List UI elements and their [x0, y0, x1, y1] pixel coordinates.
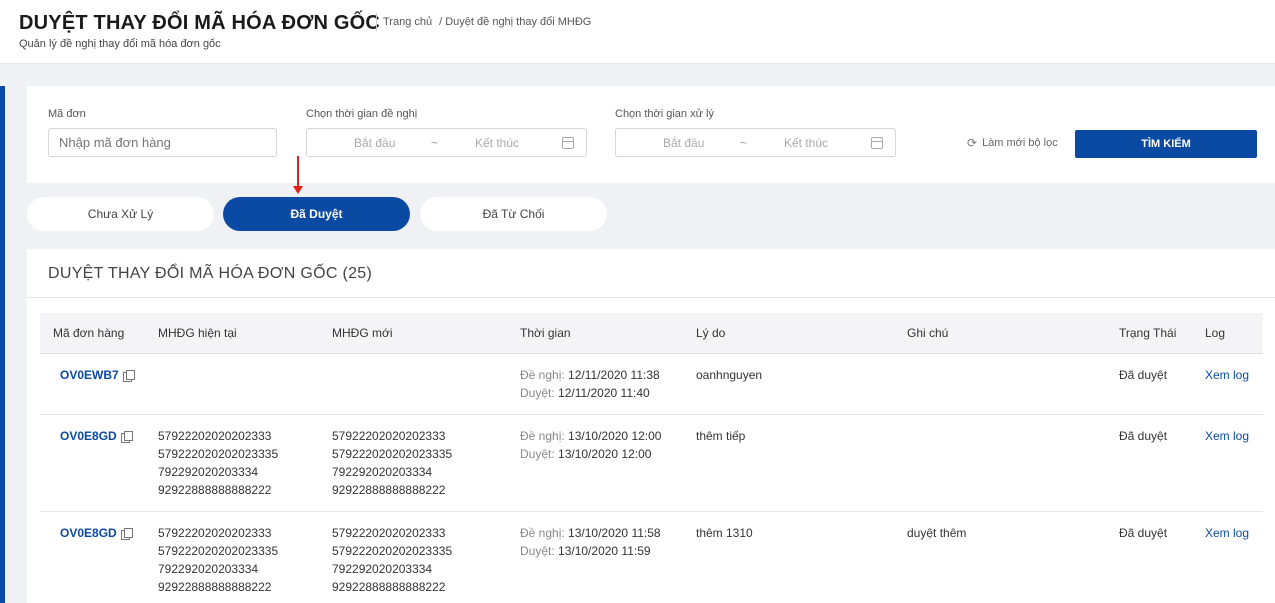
reason-cell: thêm tiếp	[696, 429, 746, 443]
column-header: Log	[1205, 326, 1226, 340]
requested-time: 13/10/2020 11:58	[568, 526, 661, 540]
column-header: MHĐG mới	[332, 326, 393, 340]
mhdg-line: 92922888888888222	[158, 483, 272, 497]
current-mhdg-cell: 57922202020202333 579222020202023335 792…	[158, 427, 278, 499]
status-cell: Đã duyệt	[1119, 429, 1168, 443]
mhdg-line: 579222020202023335	[158, 544, 279, 558]
mhdg-line: 92922888888888222	[158, 580, 272, 594]
breadcrumb: Trang chủ / Duyệt đề nghị thay đổi MHĐG	[376, 13, 591, 31]
new-mhdg-cell: 57922202020202333 579222020202023335 792…	[332, 524, 452, 596]
table-header: Mã đơn hàng MHĐG hiện tại MHĐG mới Thời …	[40, 313, 1263, 354]
column-header: Mã đơn hàng	[53, 326, 125, 340]
mhdg-line: 792292020203334	[332, 465, 433, 479]
time-cell: Đề nghị: 13/10/2020 11:58 Duyệt: 13/10/2…	[520, 524, 661, 560]
column-header: Thời gian	[520, 326, 571, 340]
mhdg-line: 92922888888888222	[332, 580, 446, 594]
copy-icon[interactable]	[122, 369, 135, 382]
filter-panel: Mã đơn Chọn thời gian đề nghị Bắt đầu ~ …	[27, 86, 1275, 183]
copy-icon[interactable]	[120, 430, 133, 443]
requested-label: Đề nghị:	[520, 526, 565, 540]
page-subtitle: Quản lý đề nghị thay đổi mã hóa đơn gốc	[19, 38, 221, 50]
order-code-link[interactable]: OV0E8GD	[60, 524, 117, 542]
process-time-range-picker[interactable]: Bắt đầu ~ Kết thúc	[615, 128, 896, 157]
order-code-cell: OV0E8GD	[60, 427, 133, 445]
mhdg-line: 57922202020202333	[158, 429, 272, 443]
tab-pending[interactable]: Chưa Xử Lý	[27, 197, 214, 231]
page-header: DUYỆT THAY ĐỔI MÃ HÓA ĐƠN GỐC Quản lý đề…	[0, 0, 1275, 64]
mhdg-line: 792292020203334	[158, 465, 259, 479]
order-code-cell: OV0EWB7	[60, 366, 135, 384]
range-separator: ~	[740, 136, 748, 150]
table-row: OV0E8GD 57922202020202333 57922202020202…	[40, 512, 1263, 603]
reason-cell: oanhnguyen	[696, 368, 763, 382]
table-row: OV0EWB7 Đề nghị: 12/11/2020 11:38 Duyệt:…	[40, 354, 1263, 415]
current-mhdg-cell: 57922202020202333 579222020202023335 792…	[158, 524, 278, 596]
left-accent-bar	[0, 86, 5, 603]
table-title: DUYỆT THAY ĐỔI MÃ HÓA ĐƠN GỐC (25)	[48, 265, 373, 282]
table-row: OV0E8GD 57922202020202333 57922202020202…	[40, 415, 1263, 512]
process-start-date[interactable]: Bắt đầu	[663, 136, 704, 150]
requested-label: Đề nghị:	[520, 368, 565, 382]
mhdg-line: 792292020203334	[158, 562, 259, 576]
requested-time: 13/10/2020 12:00	[568, 429, 662, 443]
mhdg-line: 57922202020202333	[158, 526, 272, 540]
approved-time: 13/10/2020 12:00	[558, 447, 652, 461]
range-separator: ~	[431, 136, 439, 150]
search-button[interactable]: TÌM KIẾM	[1075, 130, 1257, 158]
approved-label: Duyệt:	[520, 386, 555, 400]
approved-label: Duyệt:	[520, 447, 555, 461]
time-cell: Đề nghị: 12/11/2020 11:38 Duyệt: 12/11/2…	[520, 366, 660, 402]
requested-time: 12/11/2020 11:38	[568, 368, 660, 382]
approved-time: 12/11/2020 11:40	[558, 386, 650, 400]
request-time-label: Chọn thời gian đề nghị	[306, 108, 418, 120]
column-header: Trạng Thái	[1119, 326, 1177, 340]
calendar-icon	[871, 137, 883, 149]
view-log-link[interactable]: Xem log	[1205, 366, 1249, 384]
divider	[27, 297, 1275, 298]
breadcrumb-current: / Duyệt đề nghị thay đổi MHĐG	[439, 16, 592, 28]
status-cell: Đã duyệt	[1119, 368, 1168, 382]
status-cell: Đã duyệt	[1119, 526, 1168, 540]
tab-approved[interactable]: Đã Duyệt	[223, 197, 410, 231]
requested-label: Đề nghị:	[520, 429, 565, 443]
new-mhdg-cell: 57922202020202333 579222020202023335 792…	[332, 427, 452, 499]
mhdg-line: 579222020202023335	[332, 544, 453, 558]
view-log-link[interactable]: Xem log	[1205, 524, 1249, 542]
mhdg-line: 92922888888888222	[332, 483, 446, 497]
order-code-cell: OV0E8GD	[60, 524, 133, 542]
order-code-link[interactable]: OV0E8GD	[60, 427, 117, 445]
request-end-date[interactable]: Kết thúc	[475, 136, 519, 150]
mhdg-line: 57922202020202333	[332, 429, 446, 443]
request-time-range-picker[interactable]: Bắt đầu ~ Kết thúc	[306, 128, 587, 157]
page-title: DUYỆT THAY ĐỔI MÃ HÓA ĐƠN GỐC	[19, 12, 381, 34]
request-start-date[interactable]: Bắt đầu	[354, 136, 395, 150]
mhdg-line: 792292020203334	[332, 562, 433, 576]
column-header: Ghi chú	[907, 326, 949, 340]
reset-filter-label: Làm mới bộ lọc	[982, 137, 1058, 149]
calendar-icon	[562, 137, 574, 149]
mhdg-line: 579222020202023335	[332, 447, 453, 461]
process-end-date[interactable]: Kết thúc	[784, 136, 828, 150]
tab-rejected[interactable]: Đã Từ Chối	[420, 197, 607, 231]
reason-cell: thêm 1310	[696, 526, 753, 540]
order-code-label: Mã đơn	[48, 108, 86, 120]
breadcrumb-home-link[interactable]: Trang chủ	[383, 16, 432, 28]
time-cell: Đề nghị: 13/10/2020 12:00 Duyệt: 13/10/2…	[520, 427, 661, 463]
mhdg-line: 579222020202023335	[158, 447, 279, 461]
refresh-icon: ⟳	[967, 136, 978, 150]
reset-filter-button[interactable]: ⟳ Làm mới bộ lọc	[967, 136, 1058, 150]
view-log-link[interactable]: Xem log	[1205, 427, 1249, 445]
copy-icon[interactable]	[120, 527, 133, 540]
order-code-input[interactable]	[48, 128, 277, 157]
approved-time: 13/10/2020 11:59	[558, 544, 651, 558]
table-panel: DUYỆT THAY ĐỔI MÃ HÓA ĐƠN GỐC (25) Mã đơ…	[27, 249, 1275, 603]
note-cell: duyệt thêm	[907, 526, 967, 540]
column-header: MHĐG hiện tại	[158, 326, 237, 340]
column-header: Lý do	[696, 326, 726, 340]
approved-label: Duyệt:	[520, 544, 555, 558]
process-time-label: Chọn thời gian xử lý	[615, 108, 714, 120]
annotation-arrow	[293, 156, 303, 194]
order-code-link[interactable]: OV0EWB7	[60, 366, 119, 384]
mhdg-line: 57922202020202333	[332, 526, 446, 540]
